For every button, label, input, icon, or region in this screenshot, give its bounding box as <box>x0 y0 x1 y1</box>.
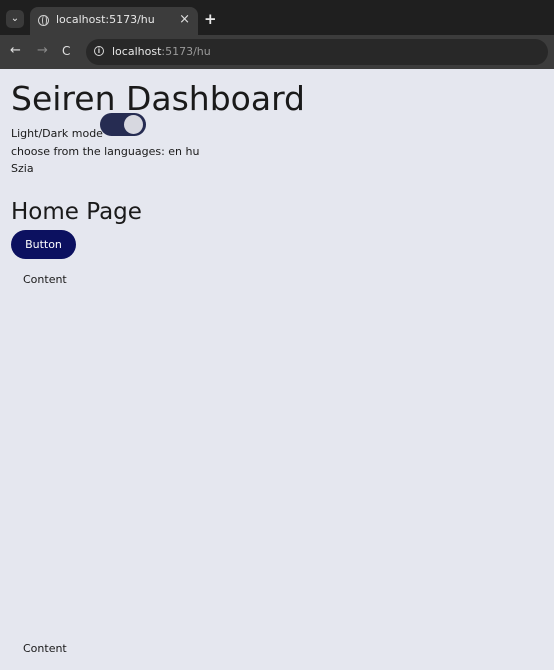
browser-tab[interactable]: localhost:5173/hu × <box>30 7 198 35</box>
globe-icon <box>38 15 49 26</box>
dark-mode-toggle[interactable] <box>100 113 146 136</box>
reload-icon[interactable]: C <box>62 44 70 58</box>
theme-toggle-label: Light/Dark mode <box>11 127 103 140</box>
language-selector: choose from the languages: en hu <box>11 145 199 158</box>
close-icon[interactable]: × <box>179 12 190 27</box>
primary-button[interactable]: Button <box>11 230 76 259</box>
page-content: Seiren Dashboard Light/Dark mode choose … <box>0 69 554 670</box>
forward-arrow-icon[interactable]: → <box>37 43 48 58</box>
page-title: Seiren Dashboard <box>11 79 306 118</box>
content-text-bottom: Content <box>23 642 67 655</box>
site-info-icon[interactable]: i <box>94 46 104 56</box>
content-text-top: Content <box>23 273 67 286</box>
language-prompt: choose from the languages: <box>11 145 165 158</box>
language-option-en[interactable]: en <box>168 145 182 158</box>
back-arrow-icon[interactable]: ← <box>10 43 21 58</box>
tab-title: localhost:5173/hu <box>56 13 155 26</box>
greeting-text: Szia <box>11 162 34 175</box>
new-tab-icon[interactable]: + <box>204 10 217 28</box>
browser-nav-bar: ← → C i localhost:5173/hu <box>0 35 554 69</box>
browser-tab-bar: ⌄ localhost:5173/hu × + <box>0 0 554 35</box>
tab-search-chevron-icon[interactable]: ⌄ <box>6 10 24 28</box>
url-text[interactable]: localhost:5173/hu <box>112 45 211 58</box>
toggle-knob <box>124 115 143 134</box>
language-option-hu[interactable]: hu <box>186 145 200 158</box>
home-page-heading: Home Page <box>11 199 142 225</box>
url-host: localhost <box>112 45 162 58</box>
url-path: :5173/hu <box>161 45 211 58</box>
address-bar[interactable]: i localhost:5173/hu <box>86 39 548 65</box>
